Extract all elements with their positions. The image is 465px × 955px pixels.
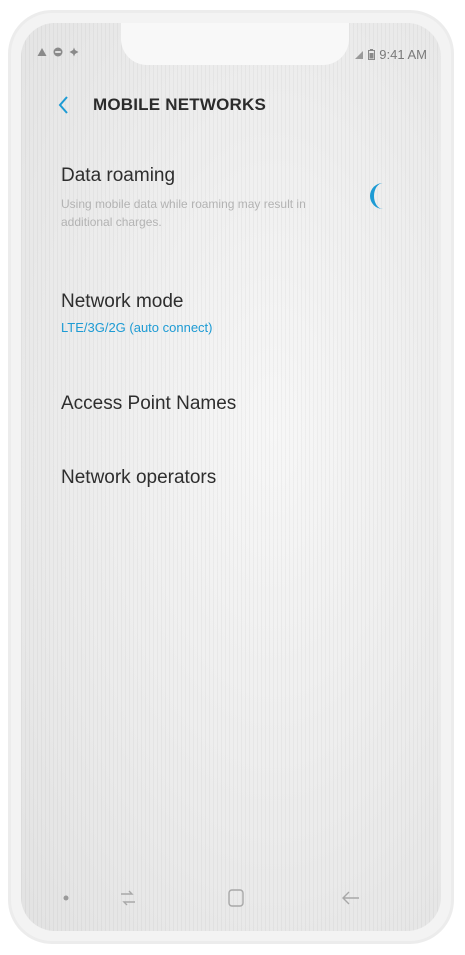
navigation-bar [21, 877, 441, 917]
status-left-icons [37, 47, 79, 57]
status-time: 9:41 AM [379, 47, 427, 62]
page-title: MOBILE NETWORKS [93, 95, 266, 114]
back-chevron-icon[interactable] [53, 93, 73, 117]
setting-data-roaming[interactable]: Data roaming Using mobile data while roa… [61, 165, 415, 255]
status-right-icons: 9:41 AM [354, 47, 427, 62]
phone-screen: 9:41 AM MOBILE NETWORKS Data roaming Usi… [21, 23, 441, 931]
gear-icon [69, 47, 79, 57]
dnd-icon [53, 47, 63, 57]
network-mode-value: LTE/3G/2G (auto connect) [61, 320, 213, 335]
access-point-names-label: Access Point Names [61, 393, 237, 414]
data-roaming-description: Using mobile data while roaming may resu… [61, 197, 306, 229]
network-mode-label: Network mode [61, 291, 184, 312]
app-header: MOBILE NETWORKS [53, 93, 266, 117]
warning-icon [37, 48, 47, 56]
status-bar: 9:41 AM [21, 23, 441, 65]
dot-icon[interactable] [51, 883, 81, 913]
battery-icon [368, 49, 376, 60]
recents-icon[interactable] [113, 883, 143, 913]
wifi-icon [355, 50, 364, 59]
phone-frame: 9:41 AM MOBILE NETWORKS Data roaming Usi… [8, 10, 454, 944]
setting-network-mode[interactable]: Network mode LTE/3G/2G (auto connect) [61, 291, 415, 361]
home-icon[interactable] [221, 883, 251, 913]
setting-access-point-names[interactable]: Access Point Names [61, 393, 415, 433]
setting-network-operators[interactable]: Network operators [61, 467, 415, 507]
back-icon[interactable] [336, 883, 366, 913]
network-operators-label: Network operators [61, 467, 217, 488]
data-roaming-toggle[interactable] [359, 179, 393, 213]
